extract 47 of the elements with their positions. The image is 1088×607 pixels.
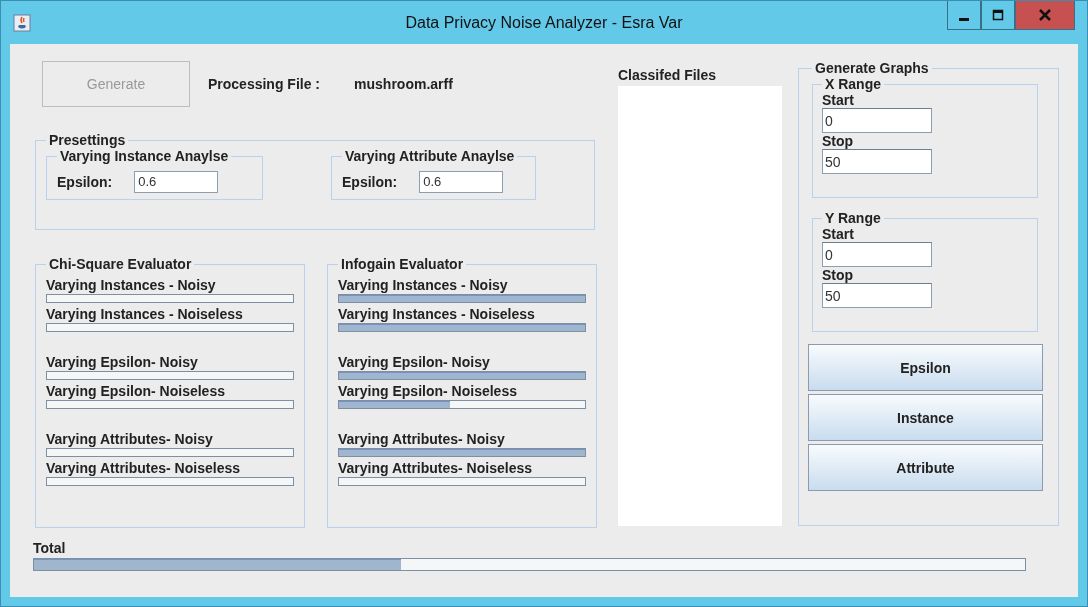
group-title: Varying Attribute Anaylse	[344, 148, 516, 164]
close-icon	[1039, 9, 1051, 21]
group-title: Presettings	[48, 132, 127, 148]
progress-label: Varying Epsilon- Noisy	[338, 354, 491, 371]
progress-label: Varying Epsilon- Noiseless	[338, 383, 518, 400]
group-title: Generate Graphs	[814, 60, 930, 76]
progress-label: Varying Epsilon- Noiseless	[46, 383, 226, 400]
minimize-button[interactable]	[947, 1, 981, 30]
field-label: Start	[822, 92, 855, 108]
epsilon-field[interactable]: 0.6	[419, 170, 504, 193]
graph-button[interactable]: Attribute	[808, 444, 1043, 491]
epsilon-label: Epsilon:	[57, 173, 113, 190]
progress-label: Varying Attributes- Noisy	[46, 431, 214, 448]
progress-label: Varying Instances - Noiseless	[46, 306, 244, 323]
progress-label: Total	[33, 540, 67, 556]
epsilon-label: Epsilon:	[342, 173, 398, 190]
field-label: Stop	[822, 267, 855, 283]
minimize-icon	[959, 17, 969, 21]
progress-label: Varying Instances - Noiseless	[338, 306, 536, 323]
progress-label: Varying Instances - Noisy	[338, 277, 509, 294]
maximize-button[interactable]	[981, 1, 1015, 30]
group-title: X Range	[824, 76, 882, 92]
field-label: Stop	[822, 133, 855, 149]
close-button[interactable]	[1015, 1, 1075, 30]
group-title: Chi-Square Evaluator	[48, 256, 193, 272]
maximize-icon	[992, 9, 1004, 21]
processing-file-label: Processing File :	[208, 76, 321, 92]
stop-field[interactable]: 50	[822, 283, 932, 308]
window-title: Data Privacy Noise Analyzer - Esra Var	[405, 13, 683, 31]
group-title: Varying Instance Anaylse	[59, 148, 230, 164]
group-title: Y Range	[824, 210, 882, 226]
progress-label: Varying Instances - Noisy	[46, 277, 217, 294]
list-title: Classifed Files	[618, 67, 718, 83]
file-name: mushroom.arff	[354, 76, 453, 92]
epsilon-field[interactable]: 0.6	[134, 170, 219, 193]
app-icon	[13, 13, 31, 32]
stop-field[interactable]: 50	[822, 149, 932, 174]
progress-label: Varying Attributes- Noiseless	[338, 460, 533, 477]
progress-label: Varying Attributes- Noiseless	[46, 460, 241, 477]
start-field[interactable]: 0	[822, 108, 932, 133]
group-title: Infogain Evaluator	[340, 256, 465, 272]
progress-label: Varying Epsilon- Noisy	[46, 354, 199, 371]
start-field[interactable]: 0	[822, 242, 932, 267]
graph-button[interactable]: Instance	[808, 394, 1043, 441]
field-label: Start	[822, 226, 855, 242]
graph-button[interactable]: Epsilon	[808, 344, 1043, 391]
progress-label: Varying Attributes- Noisy	[338, 431, 506, 448]
